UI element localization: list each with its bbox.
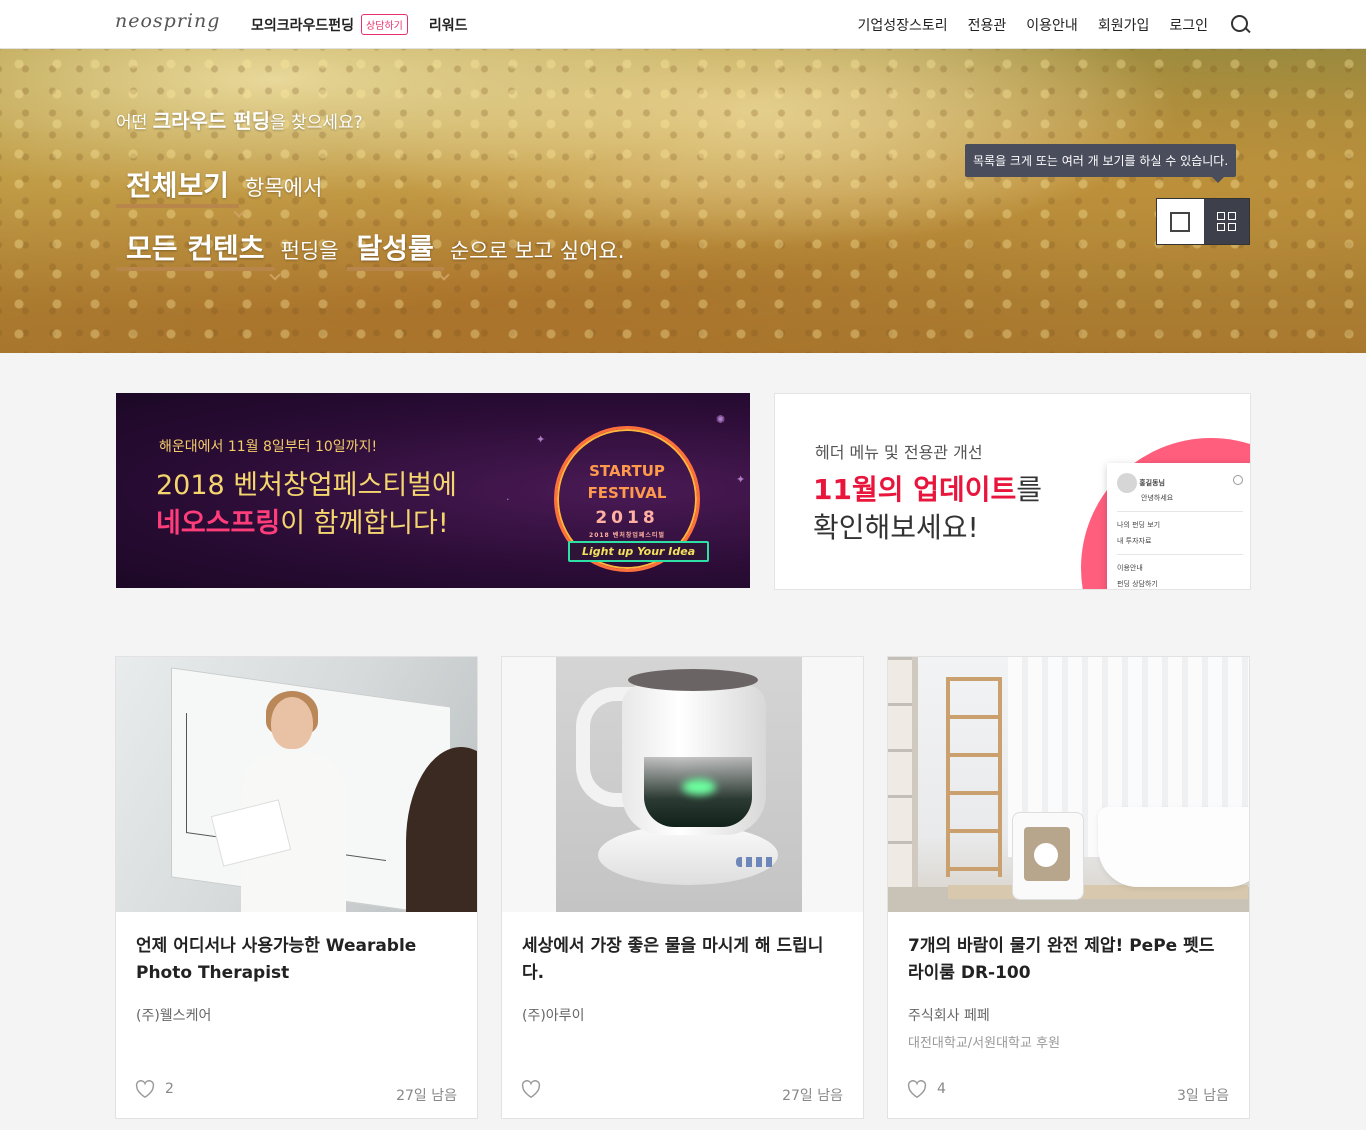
nav-guide[interactable]: 이용안내: [1026, 15, 1078, 35]
logo[interactable]: neospring: [115, 10, 220, 32]
like-button[interactable]: [520, 1079, 551, 1099]
filter-line-sort: 모든 컨텐츠 펀딩을 달성률 순으로 보고 싶어요.: [116, 227, 632, 271]
card-thumbnail[interactable]: [116, 657, 477, 912]
content-filter-dropdown[interactable]: 모든 컨텐츠: [116, 227, 275, 271]
heart-icon: [134, 1079, 156, 1099]
card-title[interactable]: 7개의 바람이 물기 완전 제압! PePe 펫드라이룸 DR-100: [908, 933, 1228, 987]
card-thumbnail[interactable]: [502, 657, 863, 912]
nav-mock-crowdfunding[interactable]: 모의크라우드펀딩: [251, 15, 354, 35]
grid-view-button[interactable]: [1203, 199, 1249, 244]
like-button[interactable]: 4: [906, 1079, 946, 1099]
update-banner[interactable]: 헤더 메뉴 및 전용관 개선 11월의 업데이트를 확인해보세요! 홍길동님 안…: [774, 393, 1251, 590]
like-count: 4: [937, 1081, 946, 1097]
gear-icon: [1233, 475, 1243, 485]
filter-line-category: 전체보기 항목에서: [116, 164, 330, 208]
search-icon[interactable]: [1230, 14, 1252, 36]
card-title[interactable]: 세상에서 가장 좋은 물을 마시게 해 드립니다.: [522, 933, 842, 987]
festival-headline: 2018 벤처창업페스티벌에 네오스프링이 함께합니다!: [156, 470, 457, 539]
funding-card[interactable]: 7개의 바람이 물기 완전 제압! PePe 펫드라이룸 DR-100 주식회사…: [887, 656, 1250, 1119]
card-sponsor: 대전대학교/서원대학교 후원: [908, 1036, 1061, 1051]
hero-filter-banner: 어떤 크라우드 펀딩을 찾으세요? 전체보기 항목에서 모든 컨텐츠 펀딩을 달…: [0, 49, 1366, 353]
sparkle-icon: ✦: [736, 473, 746, 486]
card-title[interactable]: 언제 어디서나 사용가능한 Wearable Photo Therapist: [136, 933, 456, 987]
bathtub: [1098, 807, 1249, 887]
view-mode-tooltip: 목록을 크게 또는 여러 개 보기를 하실 수 있습니다.: [965, 144, 1237, 183]
festival-banner[interactable]: ✦ ✺ · ✦ 해운대에서 11월 8일부터 10일까지! 2018 벤처창업페…: [116, 393, 750, 588]
grid-view-icon: [1216, 212, 1225, 220]
update-subtitle: 헤더 메뉴 및 전용관 개선: [815, 443, 983, 462]
single-view-icon: [1170, 211, 1191, 232]
nav-growth-story[interactable]: 기업성장스토리: [857, 15, 947, 35]
avatar: [1117, 473, 1137, 493]
hero-question: 어떤 크라우드 펀딩을 찾으세요?: [116, 109, 363, 133]
sort-filter-dropdown[interactable]: 달성률: [346, 227, 444, 271]
days-left: 27일 남음: [782, 1088, 843, 1104]
hero-question-highlight: 크라우드 펀딩: [152, 109, 271, 133]
days-left: 3일 남음: [1177, 1088, 1229, 1104]
card-company: (주)아루이: [522, 1008, 585, 1024]
presenter-figure: [226, 691, 356, 912]
top-navigation-bar: neospring 모의크라우드펀딩 상담하기 리워드 기업성장스토리 전용관 …: [0, 0, 1366, 49]
heart-icon: [520, 1079, 542, 1099]
view-mode-toggle: [1156, 198, 1250, 245]
nav-exclusive[interactable]: 전용관: [968, 15, 1007, 35]
nav-reward[interactable]: 리워드: [429, 15, 468, 35]
days-left: 27일 남음: [396, 1088, 457, 1104]
secondary-nav: 기업성장스토리 전용관 이용안내 회원가입 로그인: [837, 14, 1252, 36]
nav-signup[interactable]: 회원가입: [1098, 15, 1150, 35]
festival-ribbon: Light up Your Idea: [568, 541, 710, 562]
menu-preview-card: 홍길동님 안녕하세요 나의 펀딩 보기 내 투자자료 이용안내 펀딩 상담하기: [1107, 463, 1250, 589]
update-headline: 11월의 업데이트를 확인해보세요!: [813, 473, 1043, 544]
sparkle-icon: ·: [506, 493, 510, 506]
filter-text: 순으로 보고 싶어요.: [449, 239, 625, 263]
heart-icon: [906, 1079, 928, 1099]
ladder-shelf: [946, 677, 1002, 877]
filter-text: 항목에서: [245, 176, 323, 200]
sparkle-icon: ✺: [716, 413, 726, 426]
kettle-photo: [556, 657, 802, 912]
card-thumbnail[interactable]: [888, 657, 1249, 912]
card-company: 주식회사 페페: [908, 1008, 990, 1024]
category-filter-dropdown[interactable]: 전체보기: [116, 164, 240, 208]
festival-date-text: 해운대에서 11월 8일부터 10일까지!: [159, 439, 378, 455]
card-company: (주)웰스케어: [136, 1008, 212, 1024]
like-count: 2: [165, 1081, 174, 1097]
nav-login[interactable]: 로그인: [1169, 15, 1208, 35]
consult-badge[interactable]: 상담하기: [361, 14, 408, 35]
dog: [1034, 843, 1058, 867]
primary-nav: 모의크라우드펀딩 상담하기 리워드: [251, 14, 468, 35]
sparkle-icon: ✦: [536, 433, 546, 446]
single-view-button[interactable]: [1157, 199, 1204, 244]
filter-text: 펀딩을: [280, 239, 339, 263]
like-button[interactable]: 2: [134, 1079, 174, 1099]
funding-card[interactable]: 세상에서 가장 좋은 물을 마시게 해 드립니다. (주)아루이 27일 남음: [501, 656, 864, 1119]
funding-card[interactable]: 언제 어디서나 사용가능한 Wearable Photo Therapist (…: [115, 656, 478, 1119]
